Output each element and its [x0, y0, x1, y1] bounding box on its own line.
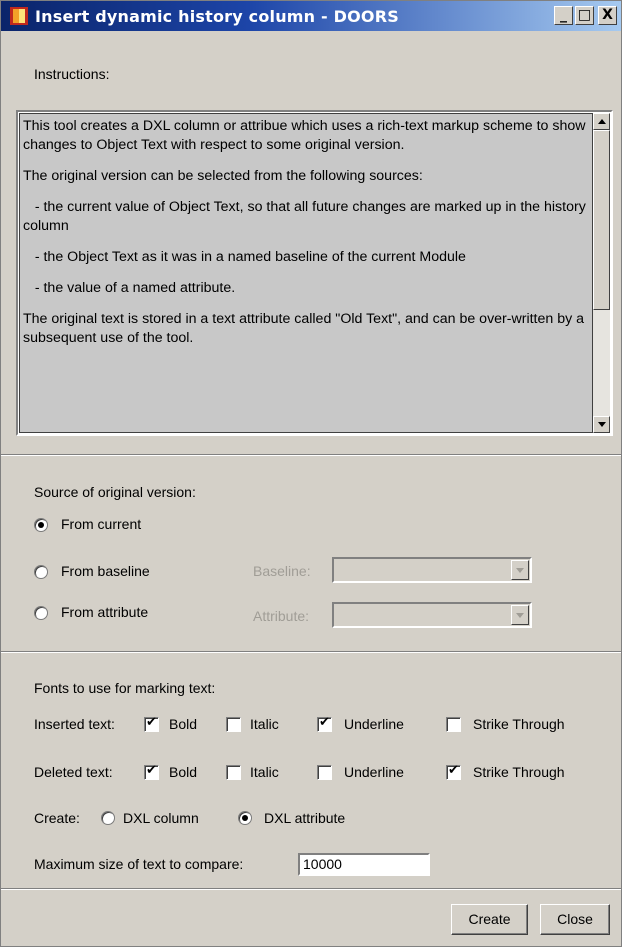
- scroll-down-button[interactable]: [593, 416, 610, 433]
- instructions-scrollbar[interactable]: [593, 113, 610, 433]
- attribute-label: Attribute:: [253, 608, 310, 624]
- from-baseline-label: From baseline: [61, 563, 150, 579]
- instructions-paragraph: This tool creates a DXL column or attrib…: [23, 118, 586, 153]
- instructions-paragraph: The original text is stored in a text at…: [23, 311, 585, 346]
- inserted-underline-label: Underline: [344, 716, 404, 732]
- close-button[interactable]: Close: [540, 904, 610, 935]
- instructions-paragraph: - the current value of Object Text, so t…: [23, 199, 590, 234]
- dxl-column-label: DXL column: [123, 810, 199, 826]
- deleted-italic-checkbox[interactable]: [226, 765, 241, 780]
- baseline-dropdown-button[interactable]: [511, 560, 529, 580]
- scroll-down-arrow-icon: [598, 422, 606, 427]
- inserted-bold-checkbox[interactable]: [144, 715, 159, 732]
- baseline-label: Baseline:: [253, 563, 311, 579]
- separator: [1, 454, 621, 456]
- instructions-text-area[interactable]: This tool creates a DXL column or attrib…: [19, 113, 593, 433]
- deleted-italic-label: Italic: [250, 764, 279, 780]
- from-attribute-label: From attribute: [61, 604, 149, 620]
- dropdown-arrow-icon: [516, 613, 524, 618]
- max-size-input[interactable]: 10000: [298, 853, 430, 876]
- deleted-text-label: Deleted text:: [34, 764, 113, 780]
- dxl-attribute-label: DXL attribute: [264, 810, 346, 826]
- dxl-attribute-radio[interactable]: [238, 811, 252, 825]
- deleted-strikethrough-label: Strike Through: [473, 764, 565, 780]
- close-window-button[interactable]: X: [598, 6, 617, 25]
- dropdown-arrow-icon: [516, 568, 524, 573]
- inserted-strikethrough-checkbox[interactable]: [446, 717, 461, 732]
- instructions-label: Instructions:: [34, 66, 110, 82]
- attribute-dropdown-button[interactable]: [511, 605, 529, 625]
- doors-app-icon: [10, 7, 28, 25]
- window-title: Insert dynamic history column - DOORS: [35, 7, 399, 26]
- from-baseline-radio[interactable]: [34, 565, 48, 579]
- from-current-radio[interactable]: [34, 518, 48, 532]
- deleted-underline-label: Underline: [344, 764, 404, 780]
- instructions-paragraph: The original version can be selected fro…: [23, 168, 423, 184]
- dxl-column-radio[interactable]: [101, 811, 115, 825]
- max-size-label: Maximum size of text to compare:: [34, 856, 244, 872]
- separator: [1, 888, 621, 890]
- title-bar[interactable]: Insert dynamic history column - DOORS _ …: [1, 1, 621, 31]
- inserted-italic-label: Italic: [250, 716, 279, 732]
- inserted-strikethrough-label: Strike Through: [473, 716, 565, 732]
- deleted-underline-checkbox[interactable]: [317, 765, 332, 780]
- fonts-label: Fonts to use for marking text:: [34, 680, 216, 696]
- deleted-bold-label: Bold: [169, 764, 198, 780]
- deleted-bold-checkbox[interactable]: [144, 763, 159, 780]
- attribute-combo[interactable]: [332, 602, 532, 628]
- instructions-text: This tool creates a DXL column or attrib…: [20, 114, 592, 363]
- inserted-bold-label: Bold: [169, 716, 198, 732]
- instructions-textbox[interactable]: This tool creates a DXL column or attrib…: [16, 110, 613, 436]
- create-label: Create:: [34, 810, 80, 826]
- inserted-italic-checkbox[interactable]: [226, 717, 241, 732]
- source-label: Source of original version:: [34, 484, 196, 500]
- inserted-underline-checkbox[interactable]: [317, 715, 332, 732]
- scroll-up-arrow-icon: [598, 119, 606, 124]
- inserted-text-label: Inserted text:: [34, 716, 115, 732]
- scroll-thumb[interactable]: [593, 130, 610, 310]
- separator: [1, 651, 621, 653]
- instructions-paragraph: - the Object Text as it was in a named b…: [23, 249, 466, 265]
- minimize-button[interactable]: _: [554, 6, 573, 25]
- from-current-label: From current: [61, 516, 142, 532]
- create-button[interactable]: Create: [451, 904, 528, 935]
- baseline-combo[interactable]: [332, 557, 532, 583]
- dialog-window: Insert dynamic history column - DOORS _ …: [0, 0, 622, 947]
- maximize-button[interactable]: □: [575, 6, 594, 25]
- scroll-up-button[interactable]: [593, 113, 610, 130]
- from-attribute-radio[interactable]: [34, 606, 48, 620]
- deleted-strikethrough-checkbox[interactable]: [446, 763, 461, 780]
- instructions-paragraph: - the value of a named attribute.: [23, 280, 236, 296]
